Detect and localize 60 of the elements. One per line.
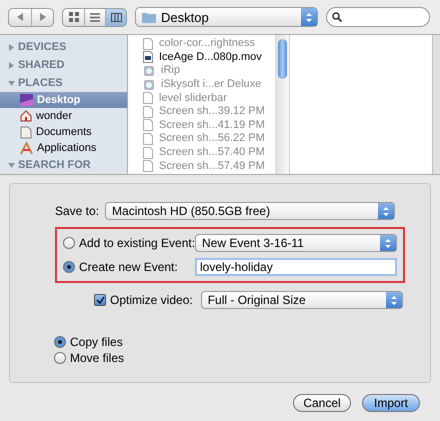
back-icon: [17, 13, 23, 21]
import-button[interactable]: Import: [362, 394, 420, 412]
file-name: iSkysoft i...er Deluxe: [161, 78, 262, 92]
file-name: Screen sh...57.40 PM: [159, 146, 265, 160]
expanded-triangle-icon[interactable]: [8, 80, 15, 86]
document-icon: [143, 106, 153, 118]
collapsed-triangle-icon[interactable]: [8, 62, 15, 68]
checkmark-icon: [96, 296, 104, 304]
optimize-video-checkbox[interactable]: Optimize video:: [94, 293, 193, 307]
file-name: level sliderbar: [159, 92, 227, 105]
view-mode-button[interactable]: [105, 8, 126, 26]
desktop-icon: [20, 94, 33, 106]
file-name: Screen sh...57.49 PM: [159, 160, 265, 173]
search-field[interactable]: [326, 7, 430, 27]
stepper-icon: [386, 292, 402, 308]
stepper-icon: [378, 203, 394, 219]
icon-view-icon: [68, 12, 78, 22]
sidebar-heading: SHARED: [18, 59, 64, 71]
sidebar-heading: SEARCH FOR: [18, 159, 91, 171]
list-view-icon: [90, 12, 100, 22]
collapsed-triangle-icon[interactable]: [8, 44, 15, 50]
stepper-icon: [301, 8, 317, 26]
file-name: color-cor...rightness: [159, 37, 255, 50]
scrollbar[interactable]: [275, 35, 289, 174]
column-view-icon: [110, 12, 122, 22]
event-popup[interactable]: New Event 3-16-11: [195, 234, 397, 252]
sidebar-item[interactable]: wonder: [0, 108, 127, 124]
file-mode-radio[interactable]: Move files: [54, 351, 124, 365]
event-name-field[interactable]: lovely-holiday: [195, 258, 397, 276]
document-icon: [143, 119, 153, 132]
event-radio[interactable]: Create new Event:: [63, 260, 191, 274]
file-name: Screen sh...41.19 PM: [159, 118, 265, 132]
document-icon: [143, 146, 153, 159]
optimize-popup[interactable]: Full - Original Size: [200, 291, 403, 309]
sidebar-item[interactable]: Applications: [0, 140, 127, 156]
document-icon: [143, 38, 153, 50]
app-icon: [143, 78, 155, 91]
save-to-label: Save to:: [55, 204, 100, 218]
app-icon: [143, 64, 155, 77]
file-name: Screen sh...39.12 PM: [159, 105, 265, 118]
applications-icon: [20, 142, 33, 154]
file-mode-radio[interactable]: Copy files: [54, 335, 123, 349]
sidebar-item[interactable]: Documents: [0, 124, 127, 140]
sidebar-heading: DEVICES: [18, 41, 66, 53]
forward-icon: [40, 13, 46, 21]
file-name: IceAge D...080p.mov: [159, 50, 262, 64]
expanded-triangle-icon[interactable]: [8, 162, 15, 168]
document-icon: [143, 132, 153, 145]
movie-file-icon: [143, 51, 153, 64]
file-name: Screen sh...56.22 PM: [159, 132, 265, 146]
file-name: iRip: [161, 64, 180, 78]
location-popup[interactable]: Desktop: [135, 7, 318, 27]
sidebar-heading: PLACES: [18, 77, 63, 89]
document-icon: [143, 92, 153, 104]
cancel-button[interactable]: Cancel: [293, 394, 351, 412]
search-icon: [332, 12, 342, 22]
save-to-popup[interactable]: Macintosh HD (850.5GB free): [105, 202, 396, 220]
document-icon: [143, 160, 153, 172]
house-icon: [20, 110, 32, 122]
stepper-icon: [380, 235, 396, 251]
